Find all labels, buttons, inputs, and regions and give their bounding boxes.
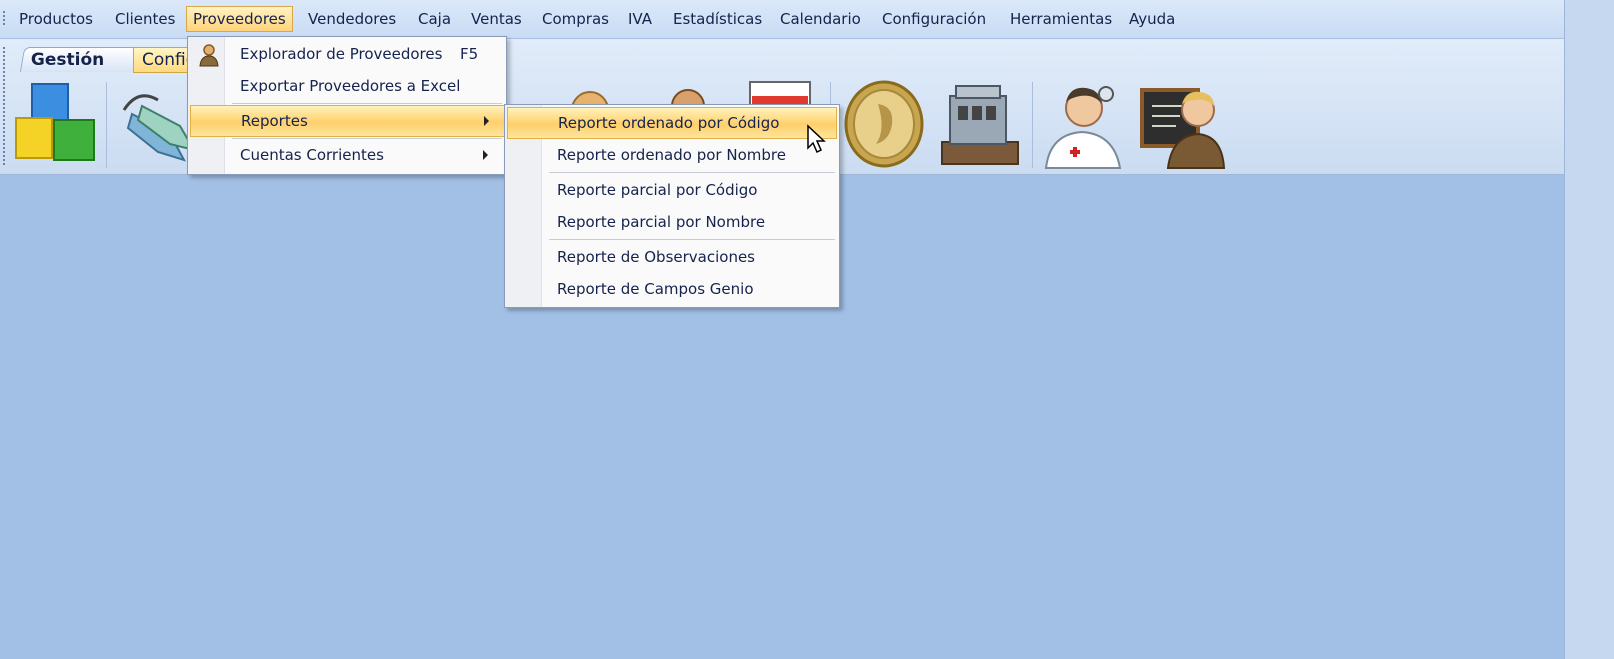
mouse-cursor-icon [807,124,826,154]
toolbar-separator [1032,82,1033,168]
menu-separator [232,103,502,104]
menu-configuracion[interactable]: Configuración [876,7,992,31]
menu-vendedores[interactable]: Vendedores [302,7,402,31]
menu-item-shortcut: F5 [460,45,479,63]
products-cubes-icon[interactable] [12,80,98,170]
cash-register-icon[interactable] [936,80,1022,170]
toolbar-separator [106,82,107,168]
reportes-submenu: Reporte ordenado por Código Reporte orde… [504,104,840,308]
submenu-item-label: Reporte ordenado por Código [558,114,780,132]
menu-clientes[interactable]: Clientes [109,7,181,31]
menu-proveedores[interactable]: Proveedores [186,6,293,32]
doctor-icon[interactable] [1040,80,1126,170]
menu-bar: Productos Clientes Proveedores Vendedore… [0,0,1564,39]
right-side-panel [1564,0,1614,659]
coin-icon[interactable] [842,80,928,170]
menu-separator [549,172,835,173]
menu-caja[interactable]: Caja [412,7,457,31]
menu-ventas[interactable]: Ventas [465,7,528,31]
submenu-item-orden-codigo[interactable]: Reporte ordenado por Código [507,107,837,139]
submenu-item-orden-nombre[interactable]: Reporte ordenado por Nombre [507,140,835,170]
submenu-item-parcial-codigo[interactable]: Reporte parcial por Código [507,175,835,205]
menu-separator [232,138,502,139]
menu-item-label: Explorador de Proveedores [240,45,443,63]
submenu-item-parcial-nombre[interactable]: Reporte parcial por Nombre [507,207,835,237]
menu-item-label: Cuentas Corrientes [240,146,384,164]
menu-productos[interactable]: Productos [13,7,99,31]
menu-calendario[interactable]: Calendario [774,7,867,31]
menu-item-label: Reportes [241,112,308,130]
submenu-arrow-icon [484,116,489,126]
menu-item-reportes[interactable]: Reportes [190,105,506,137]
tab-gestion-label: Gestión [30,50,105,70]
menu-item-explorador-proveedores[interactable]: Explorador de Proveedores F5 [190,39,504,69]
teacher-board-icon[interactable] [1140,80,1226,170]
submenu-arrow-icon [483,150,488,160]
menu-iva[interactable]: IVA [622,7,658,31]
submenu-item-label: Reporte ordenado por Nombre [557,146,786,164]
submenu-item-label: Reporte parcial por Nombre [557,213,766,231]
menu-item-label: Exportar Proveedores a Excel [240,77,461,95]
menu-estadisticas[interactable]: Estadísticas [667,7,768,31]
menu-item-cuentas-corrientes[interactable]: Cuentas Corrientes [190,140,504,170]
submenu-item-label: Reporte parcial por Código [557,181,758,199]
proveedores-dropdown-menu: Explorador de Proveedores F5 Exportar Pr… [187,36,507,175]
submenu-item-label: Reporte de Observaciones [557,248,755,266]
menu-separator [549,239,835,240]
menu-item-exportar-excel[interactable]: Exportar Proveedores a Excel [190,71,504,101]
toolbar-grip[interactable] [3,47,5,167]
menubar-grip[interactable] [3,11,5,27]
submenu-item-campos-genio[interactable]: Reporte de Campos Genio [507,274,835,304]
menu-herramientas[interactable]: Herramientas [1004,7,1118,31]
menu-ayuda[interactable]: Ayuda [1123,7,1181,31]
menu-compras[interactable]: Compras [536,7,615,31]
submenu-item-observaciones[interactable]: Reporte de Observaciones [507,242,835,272]
submenu-item-label: Reporte de Campos Genio [557,280,754,298]
tab-gestion[interactable]: Gestión [19,47,151,72]
